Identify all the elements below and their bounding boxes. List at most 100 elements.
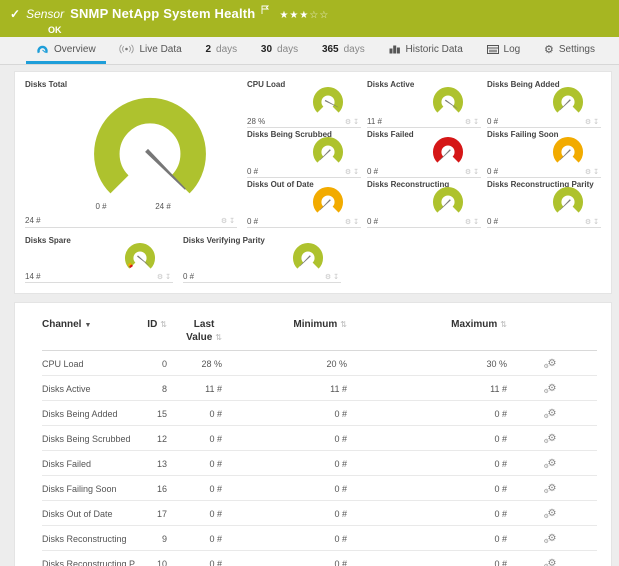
gauge-tile[interactable]: Disks Out of Date 0 # ⚙↧ [247,180,361,228]
channel-last-value: 0 # [167,426,222,451]
column-header-id[interactable]: ID⇅ [137,317,167,351]
channel-id: 16 [137,476,167,501]
gauge-tile[interactable]: Disks Being Added 0 # ⚙↧ [487,80,601,128]
column-header-minimum[interactable]: Minimum⇅ [222,317,347,351]
tab-365-days[interactable]: 365 days [312,37,375,64]
channel-last-value: 0 # [167,476,222,501]
gear-icon[interactable]: ⚙ [345,219,353,226]
pin-icon[interactable]: ↧ [353,219,361,226]
gear-icon[interactable]: ⚙ [585,169,593,176]
channel-row: Disks Reconstructing 9 0 # 0 # 0 # ⚙⚙ [42,526,597,551]
channel-id: 15 [137,401,167,426]
channel-name[interactable]: Disks Being Added [42,401,137,426]
channel-id: 17 [137,501,167,526]
column-header-channel[interactable]: Channel▼ [42,317,137,351]
channel-settings-icon[interactable]: ⚙⚙ [548,433,557,444]
pin-icon[interactable]: ↧ [353,169,361,176]
tab-live-data[interactable]: Live Data [109,37,191,64]
channel-row: Disks Failed 13 0 # 0 # 0 # ⚙⚙ [42,451,597,476]
channel-id: 10 [137,551,167,566]
channel-id: 13 [137,451,167,476]
gear-icon[interactable]: ⚙ [585,119,593,126]
channel-minimum: 0 # [222,401,347,426]
pin-icon[interactable]: ↧ [165,274,173,281]
historic-data-chart-icon [389,44,401,54]
pin-icon[interactable]: ↧ [593,119,601,126]
flag-icon[interactable] [261,1,269,19]
channel-minimum: 0 # [222,526,347,551]
channel-name[interactable]: Disks Being Scrubbed [42,426,137,451]
channel-name[interactable]: Disks Reconstructing [42,526,137,551]
channel-settings-icon[interactable]: ⚙⚙ [548,533,557,544]
channel-last-value: 11 # [167,376,222,401]
live-data-broadcast-icon [119,44,134,54]
gear-icon[interactable]: ⚙ [221,218,229,225]
tab-settings[interactable]: ⚙ Settings [534,37,605,64]
gear-small-icon: ⚙ [544,463,549,470]
channel-settings-icon[interactable]: ⚙⚙ [548,408,557,419]
tab-historic-data[interactable]: Historic Data [379,37,473,64]
gauge-tile-disks-total[interactable]: Disks Total 0 # 24 # 24 # ⚙↧ [25,80,237,228]
tab-log[interactable]: Log [477,37,531,64]
channel-maximum: 0 # [347,451,507,476]
sensor-header-bar: ✓ Sensor SNMP NetApp System Health ★★★☆☆… [0,0,619,37]
channel-name[interactable]: Disks Reconstructing P... [42,551,137,566]
gauges-panel: Disks Total 0 # 24 # 24 # ⚙↧ CPU Load [14,71,612,294]
pin-icon[interactable]: ↧ [229,218,237,225]
pin-icon[interactable]: ↧ [593,219,601,226]
gear-icon[interactable]: ⚙ [585,219,593,226]
gauge-tile-disks-verifying-parity[interactable]: Disks Verifying Parity 0 # ⚙↧ [183,236,341,283]
tab-30-days[interactable]: 30 days [251,37,308,64]
gauge-tile[interactable]: Disks Reconstructing Parity 0 # ⚙↧ [487,180,601,228]
gauge-tile[interactable]: Disks Active 11 # ⚙↧ [367,80,481,128]
channel-settings-icon[interactable]: ⚙⚙ [548,483,557,494]
channel-name[interactable]: Disks Failing Soon [42,476,137,501]
gauge-tile[interactable]: Disks Reconstructing 0 # ⚙↧ [367,180,481,228]
channel-maximum: 0 # [347,401,507,426]
priority-star-rating[interactable]: ★★★☆☆ [279,10,329,21]
channel-settings-icon[interactable]: ⚙⚙ [548,558,557,566]
tab-overview[interactable]: Overview [26,37,106,64]
gear-small-icon: ⚙ [544,438,549,445]
gauge-tile[interactable]: Disks Being Scrubbed 0 # ⚙↧ [247,130,361,178]
pin-icon[interactable]: ↧ [593,169,601,176]
channel-settings-icon[interactable]: ⚙⚙ [548,508,557,519]
gauge-tile[interactable]: Disks Failed 0 # ⚙↧ [367,130,481,178]
channel-name[interactable]: Disks Failed [42,451,137,476]
pin-icon[interactable]: ↧ [353,119,361,126]
pin-icon[interactable]: ↧ [333,274,341,281]
channel-row: Disks Reconstructing P... 10 0 # 0 # 0 #… [42,551,597,566]
channel-last-value: 0 # [167,401,222,426]
gear-small-icon: ⚙ [544,388,549,395]
gauge-value: 14 # [25,272,41,281]
channel-name[interactable]: CPU Load [42,351,137,376]
table-header-row: Channel▼ ID⇅ Last Value⇅ Minimum⇅ Maximu… [42,317,597,351]
overview-gauge-icon [36,44,49,55]
channel-settings-icon[interactable]: ⚙⚙ [548,383,557,394]
channel-settings-icon[interactable]: ⚙⚙ [548,458,557,469]
gear-icon[interactable]: ⚙ [345,119,353,126]
tab-2-days[interactable]: 2 days [195,37,247,64]
column-header-maximum[interactable]: Maximum⇅ [347,317,507,351]
gear-icon[interactable]: ⚙ [345,169,353,176]
gear-icon[interactable]: ⚙ [325,274,333,281]
gear-icon[interactable]: ⚙ [465,119,473,126]
gear-icon[interactable]: ⚙ [465,219,473,226]
channel-name[interactable]: Disks Active [42,376,137,401]
gauge-tile[interactable]: Disks Failing Soon 0 # ⚙↧ [487,130,601,178]
channel-settings-icon[interactable]: ⚙⚙ [548,358,557,369]
gear-small-icon: ⚙ [544,363,549,370]
pin-icon[interactable]: ↧ [473,119,481,126]
pin-icon[interactable]: ↧ [473,219,481,226]
gear-icon[interactable]: ⚙ [157,274,165,281]
channel-last-value: 0 # [167,526,222,551]
gauge-tile-disks-spare[interactable]: Disks Spare 14 # ⚙↧ [25,236,173,283]
gauge-tile[interactable]: CPU Load 28 % ⚙↧ [247,80,361,128]
column-header-last-value[interactable]: Last Value⇅ [167,317,222,351]
gear-icon[interactable]: ⚙ [465,169,473,176]
channel-maximum: 0 # [347,426,507,451]
channel-minimum: 0 # [222,501,347,526]
channel-minimum: 0 # [222,476,347,501]
channel-name[interactable]: Disks Out of Date [42,501,137,526]
pin-icon[interactable]: ↧ [473,169,481,176]
